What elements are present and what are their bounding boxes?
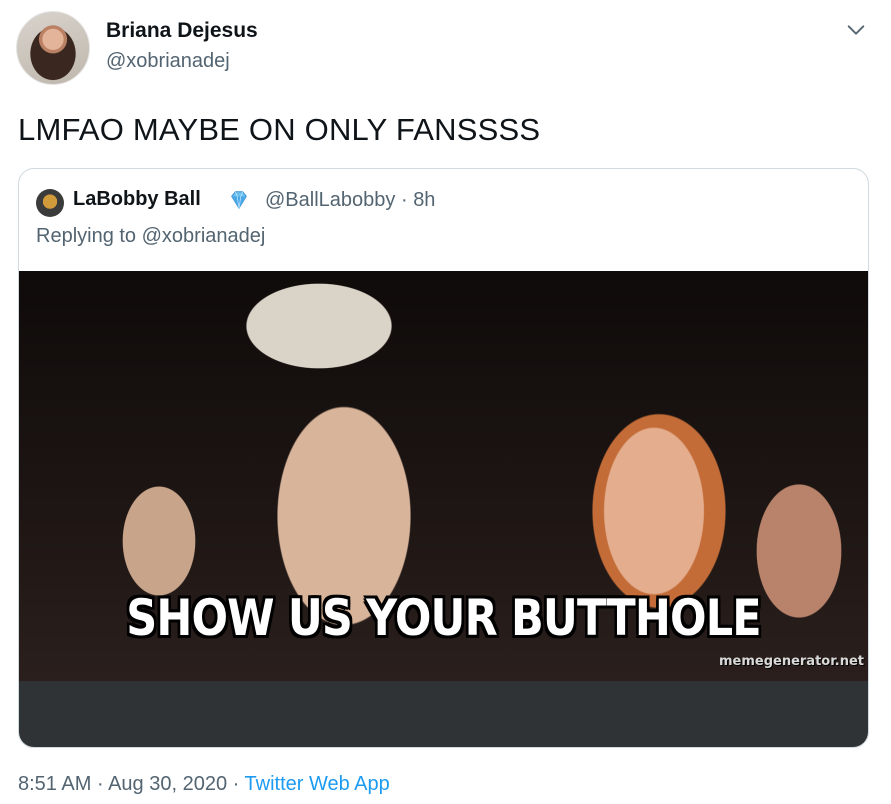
quoted-meta: @BallLabobby · 8h bbox=[265, 189, 435, 212]
tweet-timestamp: 8:51 AM · Aug 30, 2020 · Twitter Web App bbox=[18, 773, 390, 796]
quoted-tweet[interactable]: LaBobby Ball @BallLabobby · 8h Replying … bbox=[18, 168, 869, 748]
meme-caption: SHOW US YOUR BUTTHOLE bbox=[126, 589, 761, 647]
source-app-link[interactable]: Twitter Web App bbox=[245, 773, 390, 795]
quoted-age[interactable]: 8h bbox=[413, 189, 435, 211]
meta-separator: · bbox=[400, 189, 408, 211]
quoted-author-name[interactable]: LaBobby Ball bbox=[73, 188, 201, 211]
tweet-date[interactable]: Aug 30, 2020 bbox=[108, 773, 227, 795]
author-name[interactable]: Briana Dejesus bbox=[106, 19, 258, 43]
quoted-author-handle[interactable]: @BallLabobby bbox=[265, 189, 395, 211]
media-bar bbox=[19, 681, 868, 747]
quoted-media-gif[interactable]: SHOW US YOUR BUTTHOLE memegenerator.net bbox=[19, 271, 868, 681]
tweet: Briana Dejesus @xobrianadej LMFAO MAYBE … bbox=[0, 0, 891, 804]
quoted-avatar[interactable] bbox=[36, 189, 64, 217]
chevron-down-icon[interactable] bbox=[845, 19, 867, 41]
author-avatar[interactable] bbox=[16, 11, 90, 85]
footer-separator: · bbox=[96, 773, 104, 795]
tweet-text: LMFAO MAYBE ON ONLY FANSSSS bbox=[18, 112, 541, 147]
footer-separator: · bbox=[232, 773, 240, 795]
gem-icon bbox=[231, 191, 247, 210]
replying-handle[interactable]: @xobrianadej bbox=[142, 225, 266, 247]
meme-watermark: memegenerator.net bbox=[718, 654, 864, 669]
replying-prefix: Replying to bbox=[36, 225, 137, 247]
author-handle[interactable]: @xobrianadej bbox=[106, 50, 230, 73]
replying-to: Replying to @xobrianadej bbox=[36, 225, 265, 248]
tweet-time[interactable]: 8:51 AM bbox=[18, 773, 91, 795]
